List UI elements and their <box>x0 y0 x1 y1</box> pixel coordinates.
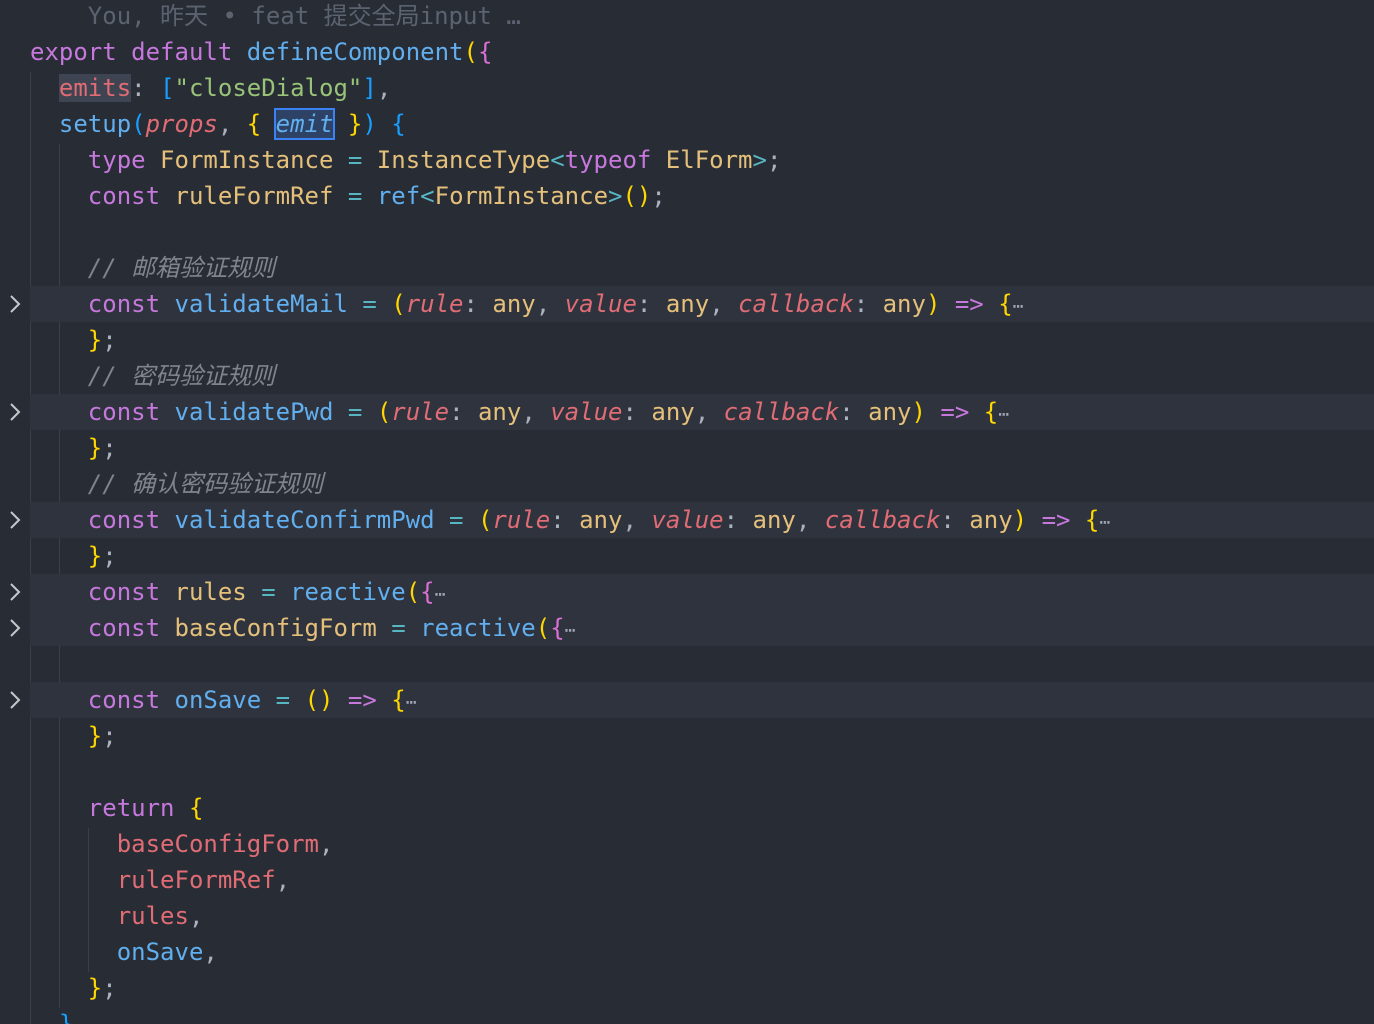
code-line-folded[interactable]: const validatePwd = (rule: any, value: a… <box>10 394 1374 430</box>
fold-chevron-icon[interactable] <box>0 394 30 430</box>
folded-ellipsis[interactable]: ⋯ <box>435 584 446 605</box>
code-line[interactable]: }; <box>30 538 1374 574</box>
code-area[interactable]: You, 昨天 • feat 提交全局input … export defaul… <box>10 0 1374 1024</box>
code-line[interactable]: }; <box>30 322 1374 358</box>
fold-chevron-icon[interactable] <box>0 610 30 646</box>
code-line[interactable]: return { <box>30 790 1374 826</box>
code-line-folded[interactable]: const baseConfigForm = reactive({⋯ <box>10 610 1374 646</box>
fold-chevron-icon[interactable] <box>0 286 30 322</box>
blame-text: You, 昨天 • feat 提交全局input … <box>87 2 521 30</box>
code-line[interactable]: // 确认密码验证规则 <box>30 466 1374 502</box>
folded-ellipsis[interactable]: ⋯ <box>1099 512 1110 533</box>
code-line[interactable]: }; <box>30 430 1374 466</box>
folded-ellipsis[interactable]: ⋯ <box>406 692 417 713</box>
code-editor[interactable]: You, 昨天 • feat 提交全局input … export defaul… <box>0 0 1374 1024</box>
code-line[interactable]: onSave, <box>30 934 1374 970</box>
code-line-folded[interactable]: const rules = reactive({⋯ <box>10 574 1374 610</box>
code-line[interactable]: // 密码验证规则 <box>30 358 1374 394</box>
folded-ellipsis[interactable]: ⋯ <box>998 404 1009 425</box>
fold-chevron-icon[interactable] <box>0 502 30 538</box>
folded-ellipsis[interactable]: ⋯ <box>565 620 576 641</box>
code-line[interactable]: }; <box>30 718 1374 754</box>
fold-chevron-icon[interactable] <box>0 574 30 610</box>
code-line-folded[interactable]: const onSave = () => {⋯ <box>10 682 1374 718</box>
code-line[interactable]: const ruleFormRef = ref<FormInstance>(); <box>30 178 1374 214</box>
selected-word[interactable]: emit <box>273 108 336 140</box>
code-line[interactable]: type FormInstance = InstanceType<typeof … <box>30 142 1374 178</box>
code-line[interactable]: export default defineComponent({ <box>30 34 1374 70</box>
code-line[interactable]: ruleFormRef, <box>30 862 1374 898</box>
code-line-folded[interactable]: const validateConfirmPwd = (rule: any, v… <box>10 502 1374 538</box>
code-line[interactable]: } <box>30 1006 1374 1024</box>
code-line-folded[interactable]: const validateMail = (rule: any, value: … <box>10 286 1374 322</box>
code-line[interactable]: setup(props, { emit }) { <box>30 106 1374 142</box>
git-blame-annotation: You, 昨天 • feat 提交全局input … <box>30 0 1374 34</box>
fold-chevron-icon[interactable] <box>0 682 30 718</box>
code-line[interactable]: rules, <box>30 898 1374 934</box>
code-line[interactable]: baseConfigForm, <box>30 826 1374 862</box>
code-line[interactable]: // 邮箱验证规则 <box>30 250 1374 286</box>
code-line[interactable]: emits: ["closeDialog"], <box>30 70 1374 106</box>
folded-ellipsis[interactable]: ⋯ <box>1013 296 1024 317</box>
code-line[interactable]: }; <box>30 970 1374 1006</box>
